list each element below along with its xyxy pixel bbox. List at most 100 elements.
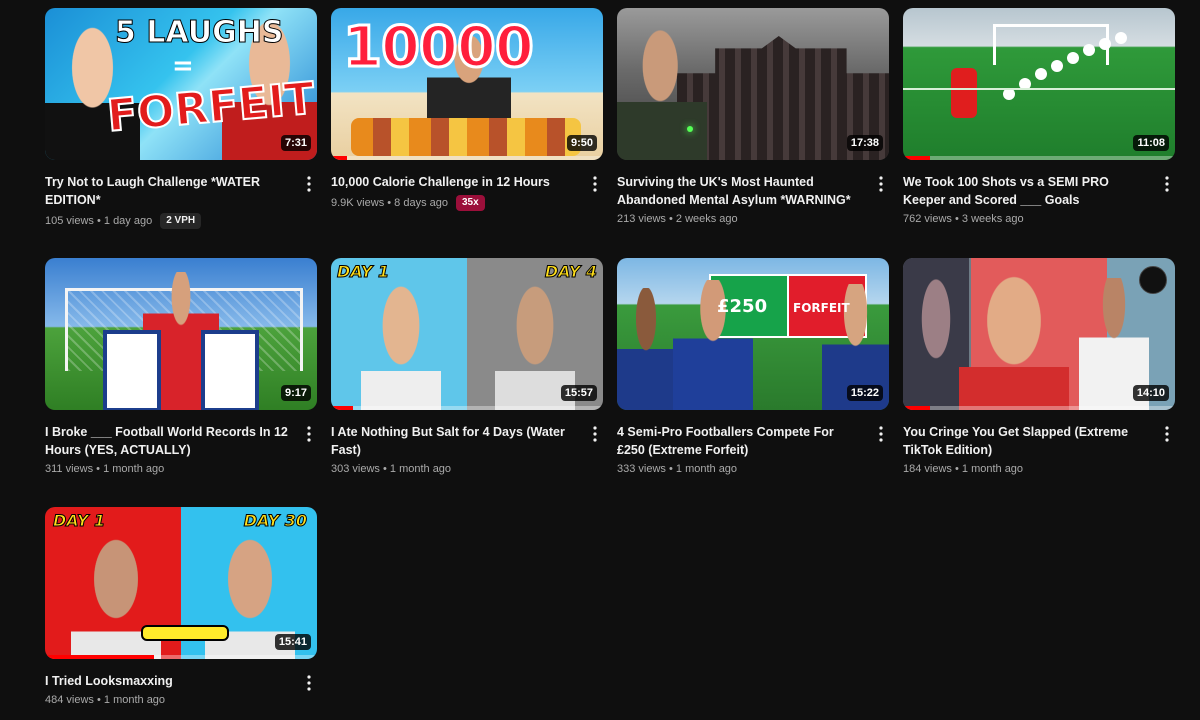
more-vert-icon-glyph	[593, 176, 597, 192]
video-thumbnail[interactable]: DAY 1 DAY 30 15:41	[45, 507, 317, 659]
video-title[interactable]: You Cringe You Get Slapped (Extreme TikT…	[903, 423, 1149, 459]
view-count: 484 views	[45, 694, 94, 706]
separator-dot: •	[93, 463, 104, 475]
video-card[interactable]: 10000 9:50 10,000 Calorie Challenge in 1…	[331, 8, 603, 211]
duration-badge: 15:41	[274, 634, 311, 650]
watch-progress-bar	[331, 156, 348, 160]
separator-dot: •	[665, 463, 676, 475]
separator-dot: •	[951, 213, 962, 225]
video-thumbnail[interactable]: DAY 1 DAY 4 15:57	[331, 258, 603, 410]
video-stats: 311 views • 1 month ago	[45, 463, 291, 475]
video-title[interactable]: 10,000 Calorie Challenge in 12 Hours	[331, 173, 577, 191]
more-vert-icon[interactable]	[1159, 423, 1175, 445]
video-stats: 184 views • 1 month ago	[903, 463, 1149, 475]
view-count: 311 views	[45, 463, 94, 475]
video-thumbnail[interactable]: 10000 9:50	[331, 8, 603, 160]
view-count: 9.9K views	[331, 197, 385, 209]
video-stats: 303 views • 1 month ago	[331, 463, 577, 475]
thumb-text: £250	[717, 296, 768, 317]
view-count: 184 views	[903, 463, 952, 475]
thumb-text: DAY 4	[544, 262, 597, 281]
video-thumbnail[interactable]: 9:17	[45, 258, 317, 410]
duration-badge: 15:22	[846, 385, 883, 401]
watch-progress-bar	[903, 156, 931, 160]
performance-badge: 35x	[456, 195, 485, 211]
more-vert-icon[interactable]	[301, 672, 317, 694]
video-title[interactable]: Surviving the UK's Most Haunted Abandone…	[617, 173, 863, 209]
view-count: 762 views	[903, 213, 952, 225]
separator-dot: •	[379, 463, 390, 475]
video-title[interactable]: I Ate Nothing But Salt for 4 Days (Water…	[331, 423, 577, 459]
thumb-text: 10000	[342, 15, 536, 80]
watch-progress-bar	[903, 406, 931, 410]
more-vert-icon-glyph	[593, 426, 597, 442]
more-vert-icon[interactable]	[1159, 173, 1175, 195]
separator-dot: •	[93, 215, 104, 227]
video-meta: I Broke ___ Football World Records In 12…	[45, 423, 317, 475]
more-vert-icon-glyph	[1165, 426, 1169, 442]
video-meta: We Took 100 Shots vs a SEMI PRO Keeper a…	[903, 173, 1175, 225]
more-vert-icon[interactable]	[873, 173, 889, 195]
thumb-text: FORFEIT	[793, 301, 850, 315]
video-thumbnail[interactable]: 11:08	[903, 8, 1175, 160]
video-meta: I Tried Looksmaxxing 484 views • 1 month…	[45, 672, 317, 706]
video-thumbnail[interactable]: £250 FORFEIT 15:22	[617, 258, 889, 410]
video-title[interactable]: I Tried Looksmaxxing	[45, 672, 291, 690]
video-stats: 333 views • 1 month ago	[617, 463, 863, 475]
video-card[interactable]: £250 FORFEIT 15:22 4 Semi-Pro Footballer…	[617, 258, 889, 475]
view-count: 303 views	[331, 463, 380, 475]
more-vert-icon-glyph	[307, 675, 311, 691]
watch-progress-bar	[45, 655, 154, 659]
video-thumbnail[interactable]: 5 LAUGHS = FORFEIT 7:31	[45, 8, 317, 160]
performance-badge: 2 VPH	[160, 213, 202, 229]
upload-age: 1 month ago	[961, 463, 1024, 475]
video-stats: 9.9K views • 8 days ago 35x	[331, 195, 577, 211]
upload-age: 8 days ago	[394, 197, 448, 209]
video-card[interactable]: 17:38 Surviving the UK's Most Haunted Ab…	[617, 8, 889, 225]
thumb-text: DAY 30	[243, 511, 307, 530]
watch-progress-bar	[331, 406, 353, 410]
more-vert-icon[interactable]	[587, 173, 603, 195]
more-vert-icon[interactable]	[301, 173, 317, 195]
video-title[interactable]: I Broke ___ Football World Records In 12…	[45, 423, 291, 459]
video-title[interactable]: We Took 100 Shots vs a SEMI PRO Keeper a…	[903, 173, 1149, 209]
video-meta: 4 Semi-Pro Footballers Compete For £250 …	[617, 423, 889, 475]
thumb-text: 5 LAUGHS	[114, 15, 284, 50]
video-stats: 105 views • 1 day ago 2 VPH	[45, 213, 291, 229]
thumb-text: =	[172, 51, 194, 81]
more-vert-icon[interactable]	[873, 423, 889, 445]
more-vert-icon[interactable]	[301, 423, 317, 445]
video-card[interactable]: DAY 1 DAY 4 15:57 I Ate Nothing But Salt…	[331, 258, 603, 475]
separator-dot: •	[384, 197, 395, 209]
more-vert-icon-glyph	[307, 426, 311, 442]
video-meta: I Ate Nothing But Salt for 4 Days (Water…	[331, 423, 603, 475]
video-stats: 762 views • 3 weeks ago	[903, 213, 1149, 225]
view-count: 105 views	[45, 215, 94, 227]
video-stats: 213 views • 2 weeks ago	[617, 213, 863, 225]
separator-dot: •	[93, 694, 104, 706]
view-count: 213 views	[617, 213, 666, 225]
thumb-text: DAY 1	[52, 511, 106, 530]
video-meta: Surviving the UK's Most Haunted Abandone…	[617, 173, 889, 225]
video-card[interactable]: 5 LAUGHS = FORFEIT 7:31 Try Not to Laugh…	[45, 8, 317, 229]
thumb-text: DAY 1	[336, 262, 390, 281]
separator-dot: •	[951, 463, 962, 475]
video-stats: 484 views • 1 month ago	[45, 694, 291, 706]
view-count: 333 views	[617, 463, 666, 475]
video-grid: 5 LAUGHS = FORFEIT 7:31 Try Not to Laugh…	[0, 0, 1200, 720]
duration-badge: 15:57	[560, 385, 597, 401]
upload-age: 1 month ago	[103, 463, 165, 475]
more-vert-icon[interactable]	[587, 423, 603, 445]
upload-age: 1 month ago	[675, 463, 738, 475]
video-card[interactable]: DAY 1 DAY 30 15:41 I Tried Looksmaxxing …	[45, 507, 317, 706]
video-title[interactable]: 4 Semi-Pro Footballers Compete For £250 …	[617, 423, 863, 459]
video-card[interactable]: 14:10 You Cringe You Get Slapped (Extrem…	[903, 258, 1175, 475]
video-meta: Try Not to Laugh Challenge *WATER EDITIO…	[45, 173, 317, 229]
video-card[interactable]: 9:17 I Broke ___ Football World Records …	[45, 258, 317, 475]
watch-progress-track	[903, 406, 1175, 410]
upload-age: 1 month ago	[103, 694, 166, 706]
video-card[interactable]: 11:08 We Took 100 Shots vs a SEMI PRO Ke…	[903, 8, 1175, 225]
video-title[interactable]: Try Not to Laugh Challenge *WATER EDITIO…	[45, 173, 291, 209]
video-thumbnail[interactable]: 14:10	[903, 258, 1175, 410]
video-thumbnail[interactable]: 17:38	[617, 8, 889, 160]
